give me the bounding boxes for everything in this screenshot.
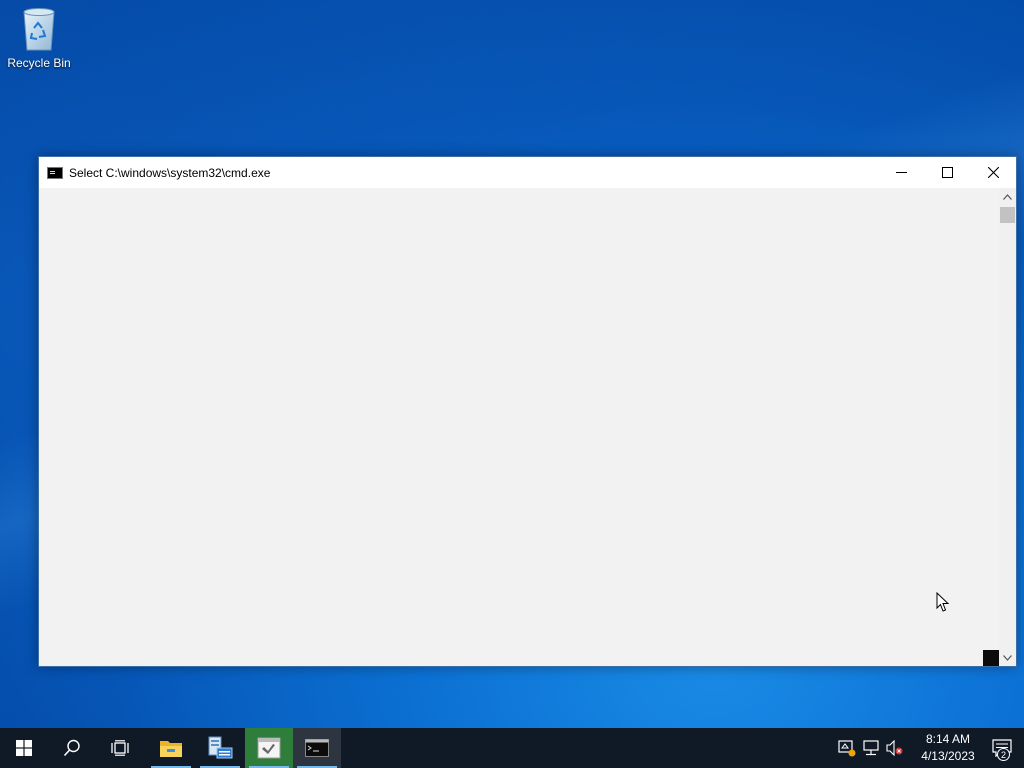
action-center-warning-icon [838, 740, 856, 757]
scroll-down-button[interactable] [999, 649, 1016, 666]
recycle-bin-icon [23, 8, 55, 51]
maximize-button[interactable] [924, 157, 970, 188]
task-view-button[interactable] [96, 728, 144, 768]
notification-center-button[interactable]: 2 [980, 728, 1024, 768]
desktop-icon-label: Recycle Bin [7, 56, 71, 70]
tray-network[interactable] [860, 728, 882, 768]
scroll-up-button[interactable] [999, 188, 1016, 205]
tray-volume[interactable] [884, 728, 906, 768]
cmd-icon [47, 166, 63, 179]
search-icon [63, 739, 80, 757]
minimize-button[interactable] [878, 157, 924, 188]
console-cursor [983, 650, 999, 666]
app-window-icon [257, 737, 281, 759]
volume-muted-icon [886, 740, 903, 756]
chevron-down-icon [1003, 654, 1012, 661]
close-icon [987, 167, 999, 178]
taskbar-file-explorer[interactable] [147, 728, 195, 768]
chevron-up-icon [1003, 193, 1012, 200]
taskbar-clock[interactable]: 8:14 AM 4/13/2023 [916, 728, 980, 768]
taskbar-server-manager[interactable] [196, 728, 244, 768]
cmd-window[interactable]: Select C:\windows\system32\cmd.exe [38, 156, 1017, 667]
clock-date: 4/13/2023 [921, 749, 975, 763]
search-button[interactable] [48, 728, 96, 768]
clock-time: 8:14 AM [925, 732, 971, 746]
server-manager-icon [208, 736, 233, 759]
cmd-icon [305, 739, 329, 757]
task-view-icon [111, 740, 129, 756]
taskbar-app[interactable] [245, 728, 293, 768]
window-controls [878, 157, 1016, 188]
folder-icon [160, 741, 182, 757]
mouse-pointer-icon [936, 592, 950, 612]
window-titlebar[interactable]: Select C:\windows\system32\cmd.exe [39, 157, 1016, 188]
network-icon [863, 740, 879, 756]
scroll-thumb[interactable] [1000, 207, 1015, 223]
taskbar-command-prompt[interactable] [293, 728, 341, 768]
windows-logo-icon [16, 740, 32, 756]
console-area[interactable] [39, 188, 999, 666]
window-title: Select C:\windows\system32\cmd.exe [69, 165, 271, 180]
desktop-icon-recycle-bin[interactable]: Recycle Bin [4, 6, 74, 76]
tray-action-center-warning[interactable] [836, 728, 858, 768]
start-button[interactable] [0, 728, 48, 768]
taskbar: 8:14 AM 4/13/2023 2 [0, 728, 1024, 768]
notification-count-badge: 2 [997, 748, 1010, 761]
close-button[interactable] [970, 157, 1016, 188]
vertical-scrollbar[interactable] [999, 188, 1016, 666]
maximize-icon [941, 167, 953, 178]
minimize-icon [895, 172, 907, 173]
